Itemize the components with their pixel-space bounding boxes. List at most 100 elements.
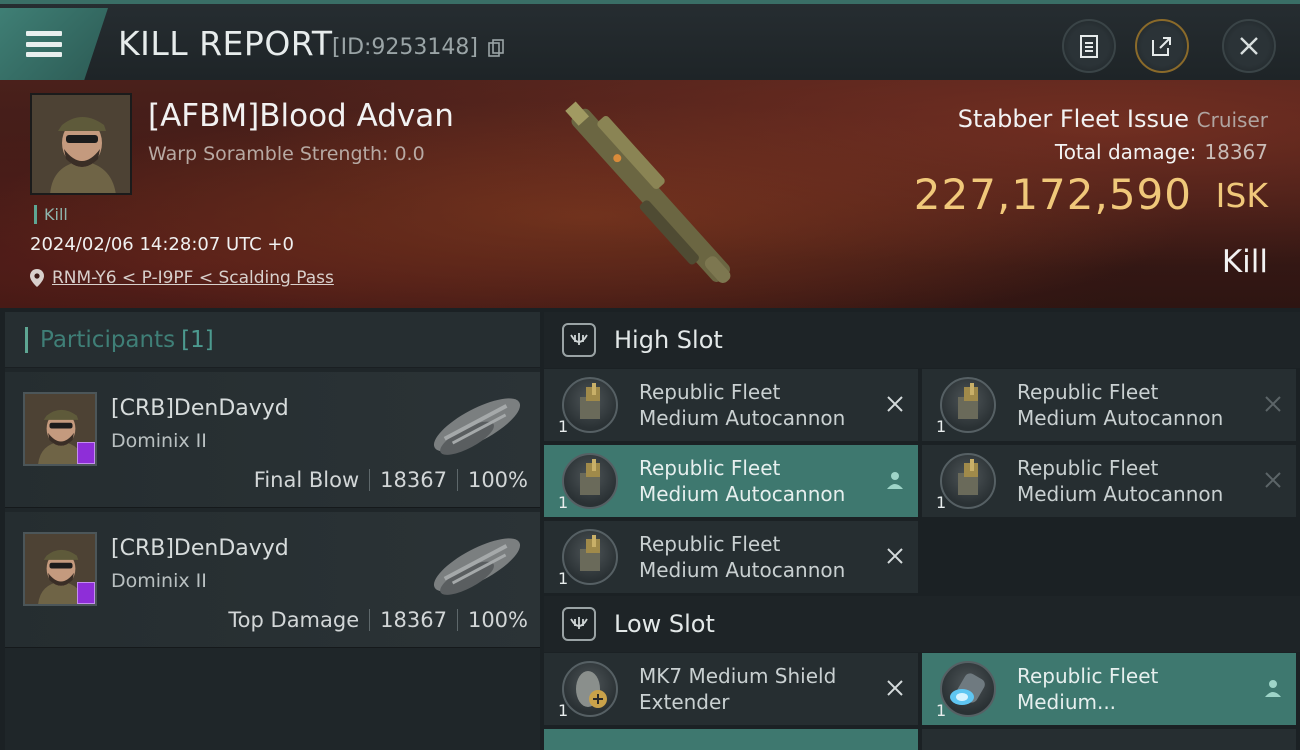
clipboard-icon [1080, 35, 1098, 58]
module-name-line1: Republic Fleet [639, 456, 781, 480]
corp-badge-icon [77, 442, 95, 464]
high-slot-title: High Slot [614, 326, 723, 354]
module-slot[interactable]: 1 Republic Fleet Medium Autocannon [544, 521, 918, 593]
module-quantity: 1 [558, 569, 569, 588]
module-slot[interactable]: 1 Republic Fleet Medium Autocannon [544, 445, 918, 517]
participant-role: Final Blow [253, 468, 360, 492]
module-slot[interactable]: 1 Republic Fleet Medium Autocannon [544, 369, 918, 441]
participant-role: Top Damage [228, 608, 360, 632]
autocannon-icon [940, 453, 996, 509]
close-icon [1240, 37, 1258, 55]
total-damage: Total damage: 18367 [1055, 140, 1268, 164]
participants-header[interactable]: Participants [1] [5, 312, 540, 368]
ship-class: Cruiser [1196, 108, 1268, 132]
module-name-line2: Medium Autocannon [639, 482, 846, 506]
module-name: Republic Fleet Medium Autocannon [639, 531, 845, 583]
participants-panel: Participants [1] [CRB]DenDavyd Dominix I… [5, 312, 540, 750]
location-link[interactable]: RNM-Y6 < P-I9PF < Scalding Pass [52, 268, 334, 288]
person-icon [887, 472, 903, 489]
clipboard-button[interactable] [1062, 19, 1116, 73]
share-icon [1152, 37, 1171, 56]
shield-extender-icon [562, 661, 618, 717]
participants-count: [1] [181, 326, 214, 353]
share-button[interactable] [1135, 19, 1189, 73]
module-name-line1: Republic Fleet [1017, 456, 1159, 480]
module-name-line2: Medium Autocannon [639, 406, 846, 430]
participant-ship-render [433, 398, 521, 455]
page-title: KILL REPORT [118, 24, 333, 63]
module-name-line2: Medium Autocannon [1017, 406, 1224, 430]
victim-name[interactable]: [AFBM]Blood Advan [148, 98, 454, 134]
participant-stats: Top Damage 18367 100% [228, 608, 528, 632]
stat-divider [456, 469, 458, 491]
module-slot[interactable] [922, 729, 1296, 750]
module-slot[interactable]: 1 MK7 Medium Shield Extender [544, 653, 918, 725]
ship-name: Stabber Fleet Issue [957, 105, 1189, 133]
close-button[interactable] [1222, 19, 1276, 73]
module-name-line2: Medium... [1017, 690, 1117, 714]
participant-percent: 100% [467, 468, 528, 492]
kill-tag: Kill [34, 205, 68, 224]
module-name-line1: Republic Fleet [1017, 380, 1159, 404]
copy-icon[interactable] [488, 39, 504, 57]
module-slot[interactable]: 1 Republic Fleet Medium Autocannon [922, 445, 1296, 517]
module-name: Republic Fleet Medium Autocannon [639, 455, 845, 507]
low-slot-icon [562, 607, 596, 641]
victim-avatar[interactable] [30, 93, 132, 195]
kill-location[interactable]: RNM-Y6 < P-I9PF < Scalding Pass [30, 268, 334, 288]
participant-avatar[interactable] [23, 392, 97, 466]
participant-name[interactable]: [CRB]DenDavyd [111, 396, 289, 421]
kill-result: Kill [1221, 244, 1268, 280]
menu-button[interactable] [0, 8, 108, 80]
module-quantity: 1 [558, 493, 569, 512]
high-slot-icon [562, 323, 596, 357]
x-icon [1265, 396, 1281, 412]
participant-card[interactable]: [CRB]DenDavyd Dominix II Final Blow 1836… [5, 372, 540, 508]
kill-banner: [AFBM]Blood Advan Warp Soramble Strength… [0, 80, 1300, 308]
participant-card[interactable]: [CRB]DenDavyd Dominix II Top Damage 1836… [5, 512, 540, 648]
autocannon-icon [562, 529, 618, 585]
person-icon [1265, 680, 1281, 697]
module-name-line1: Republic Fleet [1017, 664, 1159, 688]
module-slot[interactable] [544, 729, 918, 750]
victim-ship[interactable]: Stabber Fleet Issue Cruiser [958, 105, 1268, 133]
participant-damage: 18367 [380, 608, 447, 632]
autocannon-icon [562, 453, 618, 509]
module-quantity: 1 [936, 417, 947, 436]
module-quantity: 1 [936, 701, 947, 720]
isk-value: 227,172,590 [913, 170, 1192, 219]
module-name-line1: MK7 Medium Shield [639, 664, 837, 688]
corp-badge-icon [77, 582, 95, 604]
stat-divider [369, 469, 371, 491]
module-slot[interactable]: 1 Republic Fleet Medium... [922, 653, 1296, 725]
participant-avatar[interactable] [23, 532, 97, 606]
total-damage-label: Total damage: [1054, 140, 1197, 164]
participant-ship: Dominix II [111, 570, 207, 592]
stat-divider [369, 609, 371, 631]
total-damage-value: 18367 [1204, 140, 1268, 164]
participant-damage: 18367 [380, 468, 447, 492]
low-slot-title: Low Slot [614, 610, 715, 638]
hamburger-icon [26, 31, 62, 57]
participants-title: Participants [40, 326, 176, 353]
module-quantity: 1 [558, 701, 569, 720]
participant-ship-render [433, 538, 521, 595]
module-name-line1: Republic Fleet [639, 532, 781, 556]
report-id: [ID:9253148] [332, 35, 478, 60]
module-name-line2: Extender [639, 690, 730, 714]
low-slot-header: Low Slot [544, 596, 1300, 652]
participant-stats: Final Blow 18367 100% [254, 468, 528, 492]
participant-name[interactable]: [CRB]DenDavyd [111, 536, 289, 561]
top-bar: KILL REPORT [ID:9253148] [0, 0, 1300, 80]
module-name: Republic Fleet Medium... [1017, 663, 1158, 715]
module-name-line2: Medium Autocannon [639, 558, 846, 582]
x-icon [887, 548, 903, 564]
isk-unit: ISK [1215, 176, 1268, 215]
module-name-line2: Medium Autocannon [1017, 482, 1224, 506]
module-name: Republic Fleet Medium Autocannon [639, 379, 845, 431]
module-name-line1: Republic Fleet [639, 380, 781, 404]
module-quantity: 1 [936, 493, 947, 512]
high-slot-header: High Slot [544, 312, 1300, 368]
stat-divider [456, 609, 458, 631]
module-slot[interactable]: 1 Republic Fleet Medium Autocannon [922, 369, 1296, 441]
